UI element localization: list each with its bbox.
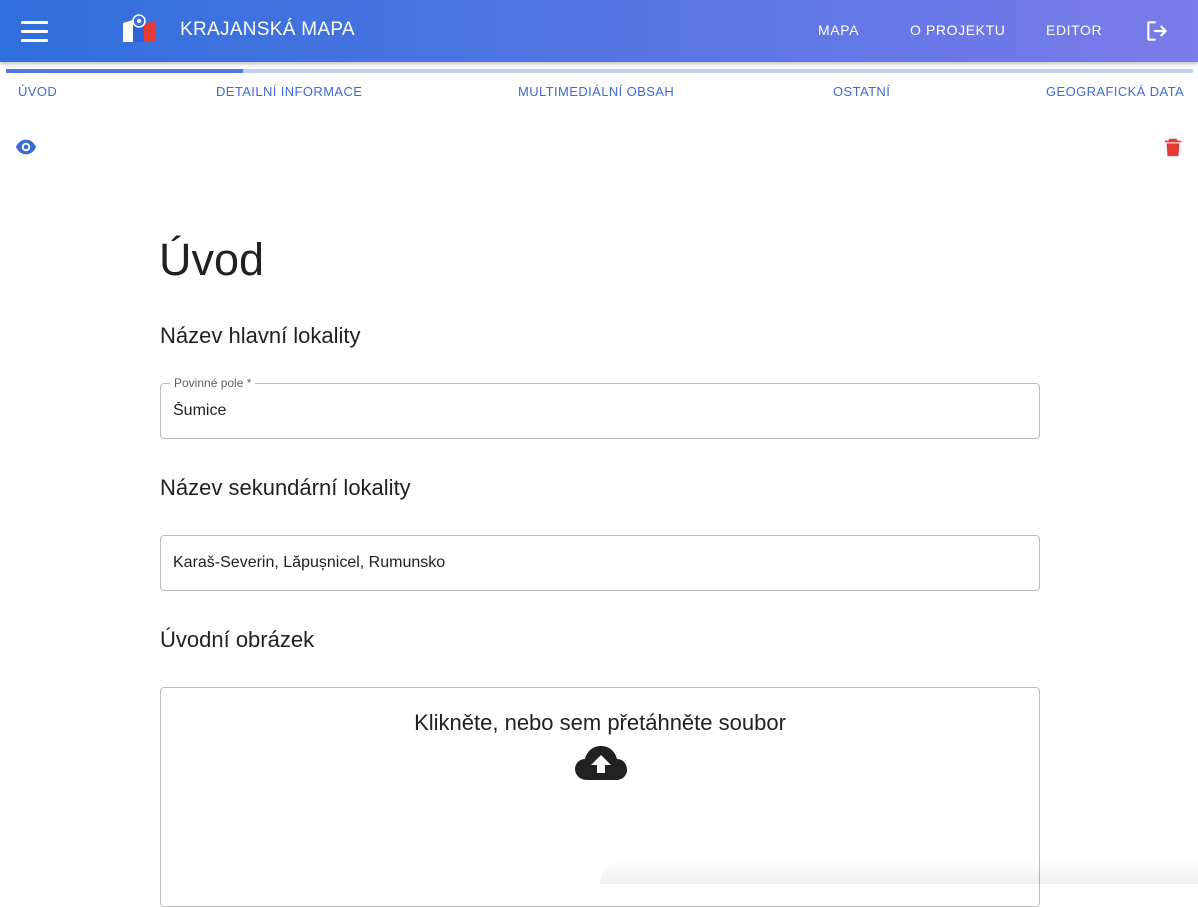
tab-active-indicator [6,69,243,73]
secondary-location-field[interactable] [160,535,1040,591]
cloud-upload-icon [575,746,627,780]
dropzone-text: Klikněte, nebo sem přetáhněte soubor [414,710,786,735]
bottom-shadow [600,858,1198,884]
page-title: Úvod [159,234,265,285]
tab-ostatni[interactable]: OSTATNÍ [833,84,890,99]
tab-detailni-informace[interactable]: DETAILNÍ INFORMACE [216,84,362,99]
secondary-location-input[interactable] [173,536,1023,590]
nav-mapa[interactable]: MAPA [818,22,859,38]
logout-icon[interactable] [1144,18,1170,44]
tab-multimedialni-obsah[interactable]: MULTIMEDIÁLNÍ OBSAH [518,84,674,99]
intro-image-heading: Úvodní obrázek [160,627,315,652]
nav-editor[interactable]: EDITOR [1046,22,1102,38]
secondary-location-heading: Název sekundární lokality [160,475,411,500]
app-title[interactable]: KRAJANSKÁ MAPA [180,19,355,41]
tab-uvod[interactable]: ÚVOD [18,84,57,99]
tab-geograficka-data[interactable]: GEOGRAFICKÁ DATA [1046,84,1184,99]
logo-icon [123,14,155,42]
trash-icon[interactable] [1162,136,1184,158]
menu-icon[interactable] [14,12,54,50]
primary-location-heading: Název hlavní lokality [160,323,361,348]
app-bar: KRAJANSKÁ MAPA MAPA O PROJEKTU EDITOR [0,0,1198,62]
primary-location-input[interactable] [173,384,1023,438]
nav-o-projektu[interactable]: O PROJEKTU [910,22,1005,38]
primary-location-field[interactable]: Povinné pole * [160,376,1040,439]
eye-icon[interactable] [14,136,38,158]
